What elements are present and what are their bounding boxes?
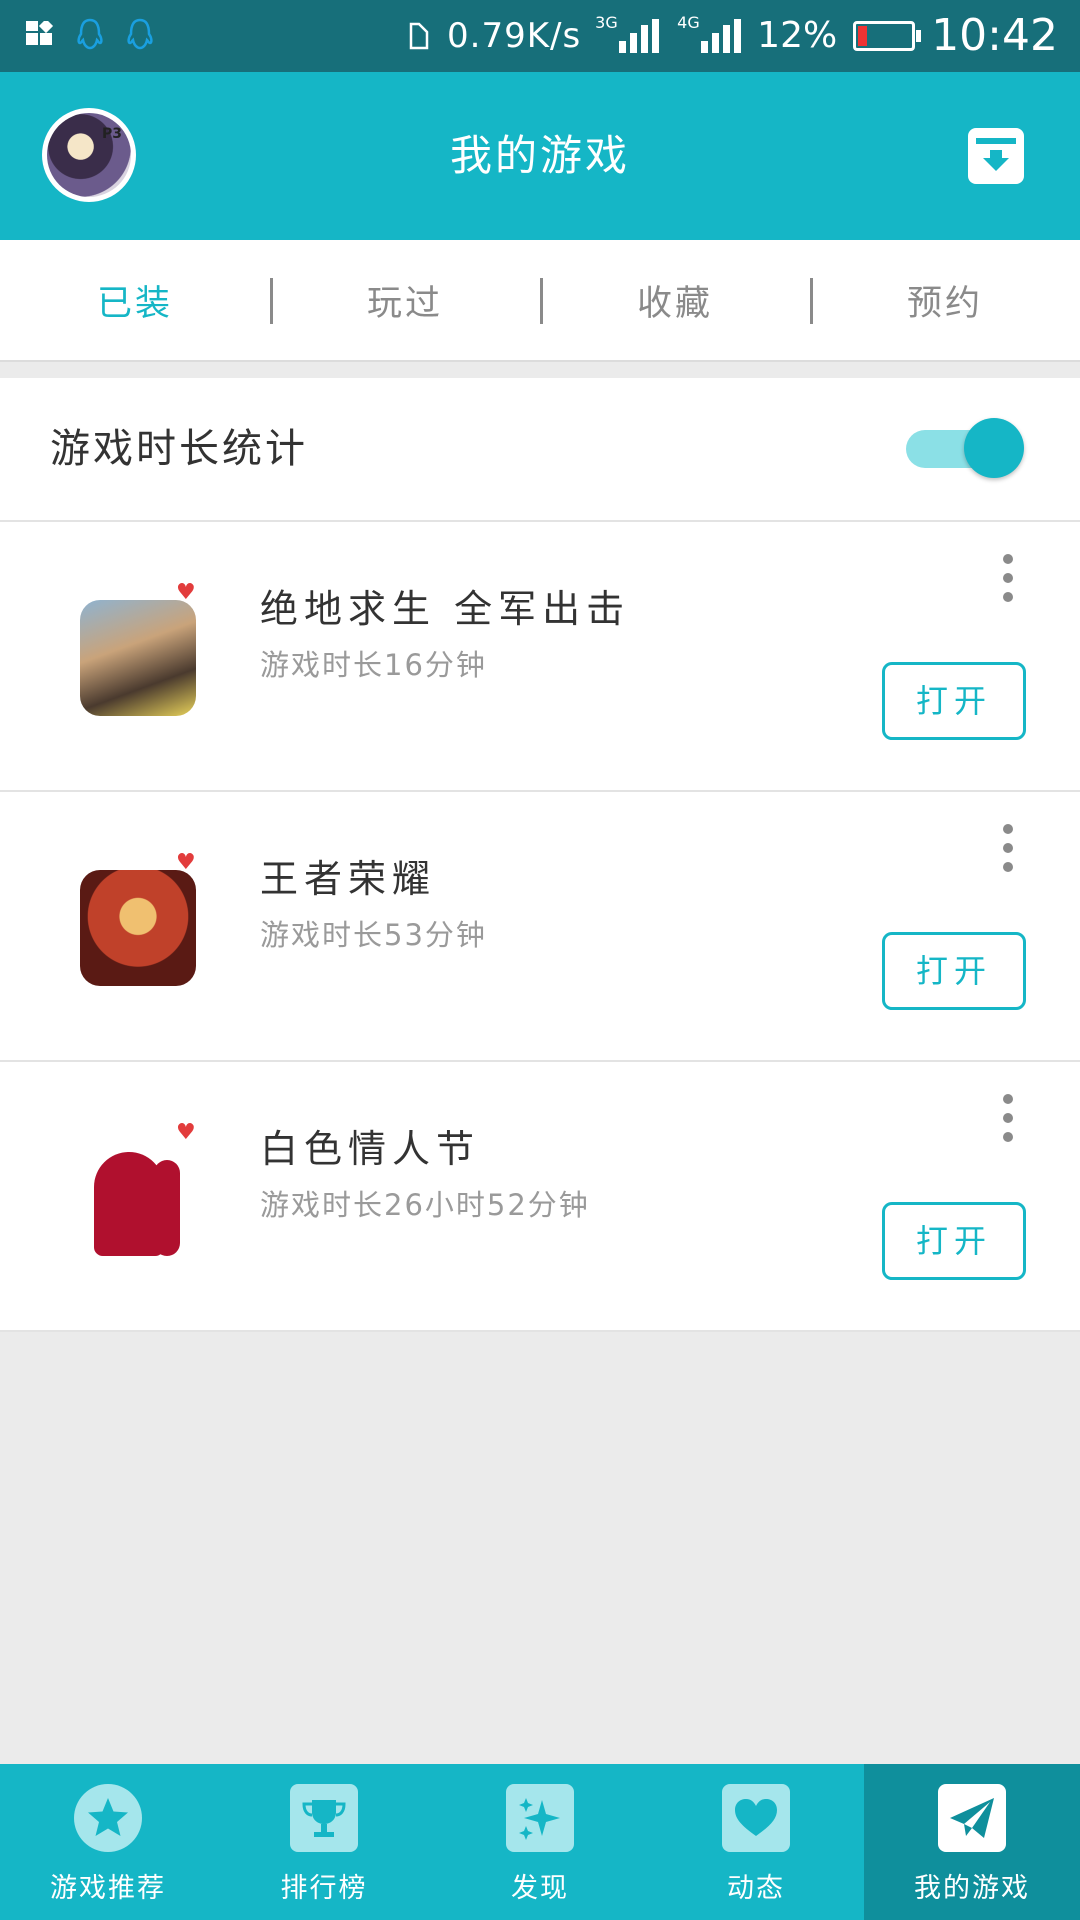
download-manager-button[interactable] [968,128,1024,184]
playtime-stats-toggle[interactable] [906,418,1028,480]
signal-sim1-icon: 3G [595,13,660,53]
sim1-network-type: 3G [595,12,618,32]
status-bar: 0.79K/s 3G 4G 12% 10:42 [0,0,1080,72]
game-playtime: 游戏时长26小时52分钟 [260,1188,590,1222]
app-header: 我的游戏 P3 [0,72,1080,240]
nav-label: 我的游戏 [914,1873,1030,1904]
playtime-stats-row: 游戏时长统计 [0,378,1080,522]
nav-item-recommended[interactable]: 游戏推荐 [0,1764,216,1920]
paper-plane-icon [938,1784,1006,1852]
game-playtime: 游戏时长16分钟 [260,648,487,682]
more-options-icon[interactable] [996,824,1020,872]
list-item[interactable]: ♥ 绝地求生 全军出击 游戏时长16分钟 打开 [0,522,1080,792]
playtime-stats-label: 游戏时长统计 [50,426,308,472]
nav-label: 排行榜 [280,1873,368,1904]
game-name: 绝地求生 全军出击 [260,587,631,631]
open-game-button[interactable]: 打开 [882,662,1026,740]
sparkle-icon [506,1784,574,1852]
data-usage-icon [409,22,429,49]
more-options-icon[interactable] [996,1094,1020,1142]
honor-of-kings-game-icon [80,870,196,986]
list-item[interactable]: ♥ 白色情人节 游戏时长26小时52分钟 打开 [0,1062,1080,1332]
heart-badge-icon: ♥ [176,850,196,875]
more-options-icon[interactable] [996,554,1020,602]
heart-icon [722,1784,790,1852]
nav-item-rankings[interactable]: 排行榜 [216,1764,432,1920]
system-indicators: 0.79K/s 3G 4G 12% 10:42 [405,10,1058,61]
sim2-network-type: 4G [677,12,700,32]
qq-icon [77,18,103,50]
avatar[interactable]: P3 [42,108,136,202]
nav-item-my-games[interactable]: 我的游戏 [864,1764,1080,1920]
app-grid-icon [26,21,54,45]
download-icon [976,138,1016,171]
white-valentine-game-icon [80,1140,196,1256]
nav-label: 游戏推荐 [50,1873,166,1904]
toggle-knob [964,418,1024,478]
heart-badge-icon: ♥ [176,1120,196,1145]
notification-icons [26,18,154,52]
qq-icon [127,18,153,50]
installed-games-list: ♥ 绝地求生 全军出击 游戏时长16分钟 打开 ♥ 王者荣耀 游戏时长53分钟 … [0,522,1080,1332]
battery-icon [853,20,922,51]
page-title: 我的游戏 [449,131,630,180]
clock: 10:42 [931,10,1058,61]
tab-reservations[interactable]: 预约 [810,240,1080,360]
game-tabs: 已装 玩过 收藏 预约 [0,240,1080,362]
battery-percent: 12% [757,15,838,56]
game-playtime: 游戏时长53分钟 [260,918,487,952]
signal-sim2-icon: 4G [677,13,742,53]
star-icon [74,1784,142,1852]
bottom-nav: 游戏推荐 排行榜 发现 动态 我的游戏 [0,1764,1080,1920]
nav-label: 动态 [727,1873,785,1904]
tab-played[interactable]: 玩过 [270,240,540,360]
nav-item-activity[interactable]: 动态 [648,1764,864,1920]
nav-item-discover[interactable]: 发现 [432,1764,648,1920]
game-name: 白色情人节 [260,1127,481,1171]
heart-badge-icon: ♥ [176,580,196,605]
game-name: 王者荣耀 [260,857,437,901]
avatar-badge: P3 [101,126,122,142]
pubg-game-icon [80,600,196,716]
open-game-button[interactable]: 打开 [882,1202,1026,1280]
tab-installed[interactable]: 已装 [0,240,270,360]
nav-label: 发现 [511,1873,569,1904]
list-item[interactable]: ♥ 王者荣耀 游戏时长53分钟 打开 [0,792,1080,1062]
trophy-icon [290,1784,358,1852]
tab-favorites[interactable]: 收藏 [540,240,810,360]
net-speed: 0.79K/s [447,15,582,56]
open-game-button[interactable]: 打开 [882,932,1026,1010]
